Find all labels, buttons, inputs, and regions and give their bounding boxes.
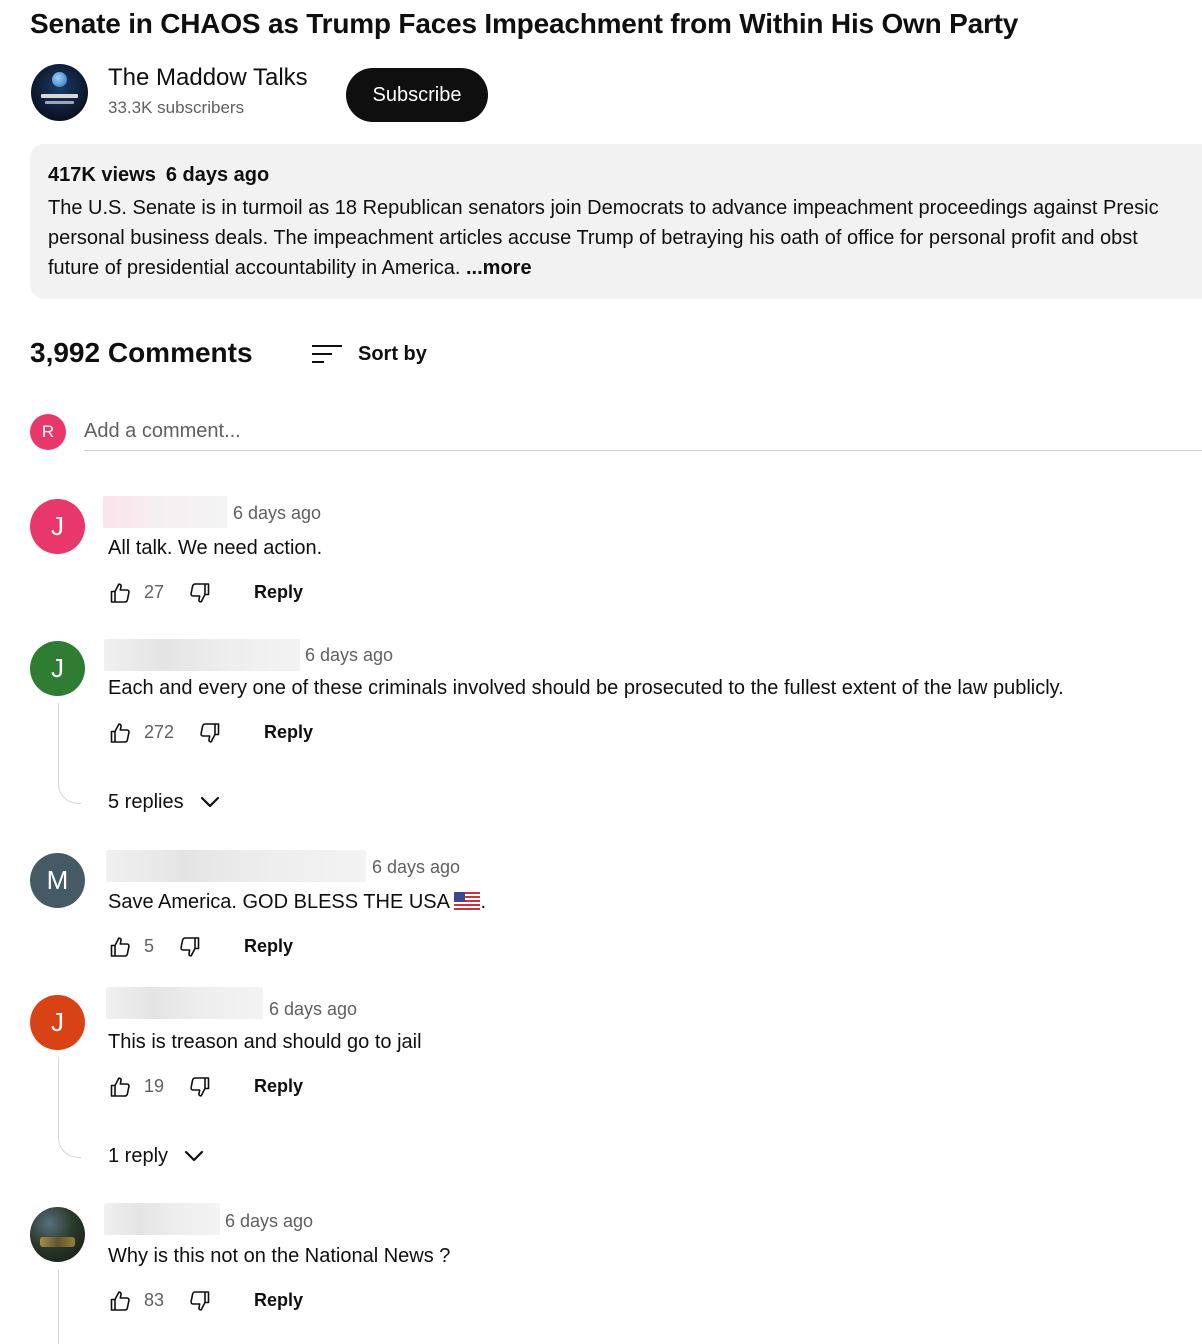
author-name-redacted[interactable]: [104, 639, 300, 671]
channel-name[interactable]: The Maddow Talks: [108, 64, 308, 92]
thread-line: [58, 1270, 81, 1344]
like-count: 272: [144, 722, 175, 742]
comment-text: All talk. We need action.: [108, 537, 323, 559]
comment-time[interactable]: 6 days ago: [372, 857, 460, 878]
chevron-down-icon: [182, 1144, 206, 1168]
commenter-avatar[interactable]: [30, 1207, 85, 1262]
chevron-down-icon: [198, 790, 222, 814]
comment-text: Why is this not on the National News ?: [108, 1245, 451, 1267]
subscriber-count: 33.3K subscribers: [108, 98, 245, 117]
comments-count: 3,992 Comments: [30, 337, 253, 368]
comment-time[interactable]: 6 days ago: [233, 503, 321, 524]
reply-button[interactable]: Reply: [254, 1076, 303, 1097]
description-text: The U.S. Senate is in turmoil as 18 Repu…: [48, 193, 1159, 283]
like-count: 83: [144, 1290, 165, 1310]
commenter-avatar[interactable]: J: [30, 641, 85, 696]
commenter-avatar[interactable]: J: [30, 499, 85, 554]
like-count: 19: [144, 1076, 165, 1096]
thumbs-up-icon[interactable]: [108, 1288, 132, 1314]
show-replies-button[interactable]: 5 replies: [108, 790, 222, 814]
author-name-redacted[interactable]: [106, 850, 366, 882]
description-meta: 417K views 6 days ago: [48, 164, 279, 187]
sort-by-label: Sort by: [358, 342, 427, 365]
show-more-link[interactable]: ...more: [466, 257, 532, 279]
comment-time[interactable]: 6 days ago: [269, 999, 357, 1020]
thread-line: [58, 703, 81, 804]
author-name-redacted[interactable]: [104, 1203, 220, 1235]
reply-button[interactable]: Reply: [264, 722, 313, 743]
comment-text: This is treason and should go to jail: [108, 1031, 422, 1053]
thumbs-down-icon[interactable]: [188, 1074, 212, 1100]
replies-count: 1 reply: [108, 1144, 169, 1167]
thumbs-down-icon[interactable]: [198, 720, 222, 746]
comment-text-suffix: .: [480, 891, 486, 913]
thumbs-up-icon[interactable]: [108, 580, 132, 606]
author-name-redacted[interactable]: [103, 496, 227, 528]
thumbs-up-icon[interactable]: [108, 934, 132, 960]
reply-button[interactable]: Reply: [254, 582, 303, 603]
view-count: 417K views: [48, 164, 156, 186]
author-name-redacted[interactable]: [106, 987, 263, 1019]
comment-text: Save America. GOD BLESS THE USA .: [108, 891, 486, 914]
us-flag-icon: [454, 892, 481, 910]
thread-line: [58, 1057, 81, 1158]
upload-age: 6 days ago: [165, 164, 270, 186]
video-title: Senate in CHAOS as Trump Faces Impeachme…: [30, 8, 1019, 39]
add-comment-input[interactable]: [84, 412, 1202, 451]
thumbs-down-icon[interactable]: [188, 580, 212, 606]
channel-avatar[interactable]: [31, 64, 88, 121]
commenter-avatar[interactable]: M: [30, 853, 85, 908]
sort-by-button[interactable]: Sort by: [310, 336, 427, 372]
comment-time[interactable]: 6 days ago: [225, 1211, 313, 1232]
description-line: future of presidential accountability in…: [48, 253, 1159, 283]
description-box[interactable]: 417K views 6 days ago The U.S. Senate is …: [30, 144, 1202, 299]
description-line-text: future of presidential accountability in…: [48, 257, 466, 279]
description-line: The U.S. Senate is in turmoil as 18 Repu…: [48, 197, 1159, 219]
thumbs-down-icon[interactable]: [188, 1288, 212, 1314]
thumbs-up-icon[interactable]: [108, 1074, 132, 1100]
replies-count: 5 replies: [108, 790, 184, 813]
show-replies-button[interactable]: 1 reply: [108, 1144, 206, 1168]
thumbs-up-icon[interactable]: [108, 720, 132, 746]
subscribe-button[interactable]: Subscribe: [346, 68, 488, 122]
reply-button[interactable]: Reply: [244, 936, 293, 957]
comment-text: Each and every one of these criminals in…: [108, 677, 1064, 699]
reply-button[interactable]: Reply: [254, 1290, 303, 1311]
like-count: 27: [144, 582, 165, 602]
description-line: personal business deals. The impeachment…: [48, 227, 1138, 249]
commenter-avatar[interactable]: J: [30, 995, 85, 1050]
thumbs-down-icon[interactable]: [178, 934, 202, 960]
like-count: 5: [144, 936, 155, 956]
user-avatar: R: [30, 414, 66, 450]
sort-icon: [312, 345, 342, 363]
comment-text-body: Save America. GOD BLESS THE USA: [108, 891, 455, 913]
comment-time[interactable]: 6 days ago: [305, 645, 393, 666]
